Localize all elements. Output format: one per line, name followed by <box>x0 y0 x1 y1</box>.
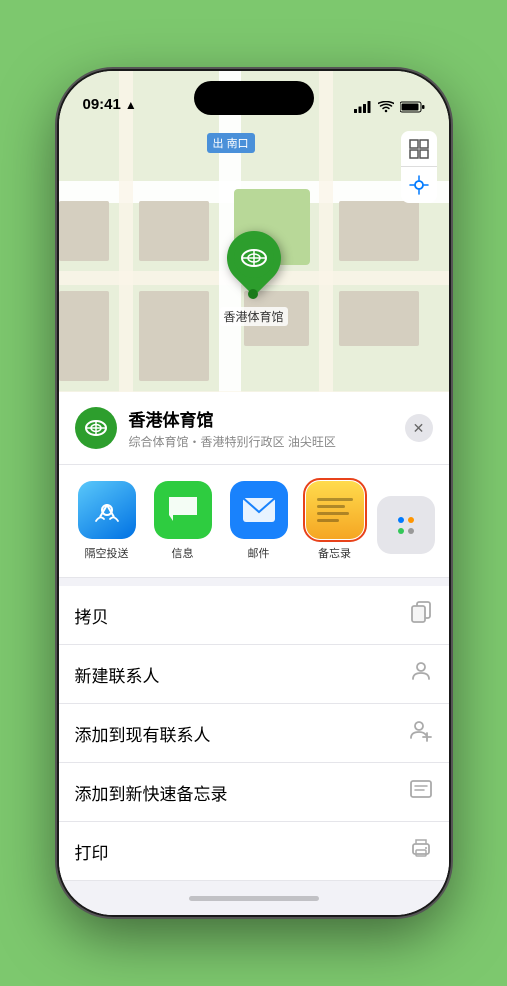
action-quick-note-label: 添加到新快速备忘录 <box>75 780 228 805</box>
action-quick-note[interactable]: 添加到新快速备忘录 <box>59 763 449 822</box>
phone-screen: 09:41 ▲ <box>59 71 449 915</box>
mail-label: 邮件 <box>248 545 270 561</box>
map-label-text: 南口 <box>227 138 249 150</box>
close-button[interactable]: ✕ <box>405 414 433 442</box>
signal-icon <box>354 101 372 113</box>
bottom-sheet: 香港体育馆 综合体育馆・香港特别行政区 油尖旺区 ✕ <box>59 392 449 915</box>
status-time: 09:41 <box>83 96 121 113</box>
wifi-icon <box>378 101 394 113</box>
home-indicator <box>189 896 319 901</box>
notes-icon <box>306 481 364 539</box>
mail-icon <box>230 481 288 539</box>
place-icon <box>75 407 117 449</box>
map-label-prefix: 出 <box>213 138 224 150</box>
action-print[interactable]: 打印 <box>59 822 449 881</box>
action-add-contact[interactable]: 添加到现有联系人 <box>59 704 449 763</box>
bottom-bar <box>59 881 449 915</box>
action-copy-label: 拷贝 <box>75 603 109 628</box>
pin-label: 香港体育馆 <box>219 307 287 326</box>
status-icons <box>354 101 425 113</box>
map-exit-label: 出 南口 <box>207 133 255 153</box>
battery-icon <box>400 101 425 113</box>
share-item-airdrop[interactable]: 隔空投送 <box>75 481 139 561</box>
place-name: 香港体育馆 <box>129 406 393 431</box>
share-item-mail[interactable]: 邮件 <box>227 481 291 561</box>
quick-note-icon <box>409 777 433 807</box>
action-new-contact-label: 新建联系人 <box>75 662 160 687</box>
action-list: 拷贝 新建联系人 <box>59 586 449 881</box>
place-subtitle: 综合体育馆・香港特别行政区 油尖旺区 <box>129 433 393 450</box>
message-icon <box>154 481 212 539</box>
message-label: 信息 <box>172 545 194 561</box>
airdrop-icon <box>78 481 136 539</box>
print-icon <box>409 836 433 866</box>
share-row: 隔空投送 信息 <box>59 465 449 578</box>
share-item-message[interactable]: 信息 <box>151 481 215 561</box>
copy-icon <box>409 600 433 630</box>
location-button[interactable] <box>401 167 437 203</box>
action-new-contact[interactable]: 新建联系人 <box>59 645 449 704</box>
dynamic-island <box>194 81 314 115</box>
place-info: 香港体育馆 综合体育馆・香港特别行政区 油尖旺区 <box>129 406 393 450</box>
action-copy[interactable]: 拷贝 <box>59 586 449 645</box>
stadium-icon <box>238 244 268 272</box>
notes-label: 备忘录 <box>318 545 351 561</box>
map-controls <box>401 131 437 203</box>
airdrop-label: 隔空投送 <box>85 545 129 561</box>
add-contact-icon <box>409 718 433 748</box>
share-item-notes[interactable]: 备忘录 <box>303 481 367 561</box>
more-share-button[interactable] <box>379 481 433 561</box>
action-print-label: 打印 <box>75 839 109 864</box>
location-icon: ▲ <box>125 98 137 112</box>
place-card: 香港体育馆 综合体育馆・香港特别行政区 油尖旺区 ✕ <box>59 392 449 465</box>
map-view-toggle-button[interactable] <box>401 131 437 167</box>
new-contact-icon <box>409 659 433 689</box>
action-add-contact-label: 添加到现有联系人 <box>75 721 211 746</box>
location-pin: 香港体育馆 <box>219 231 287 326</box>
phone-frame: 09:41 ▲ <box>59 71 449 915</box>
